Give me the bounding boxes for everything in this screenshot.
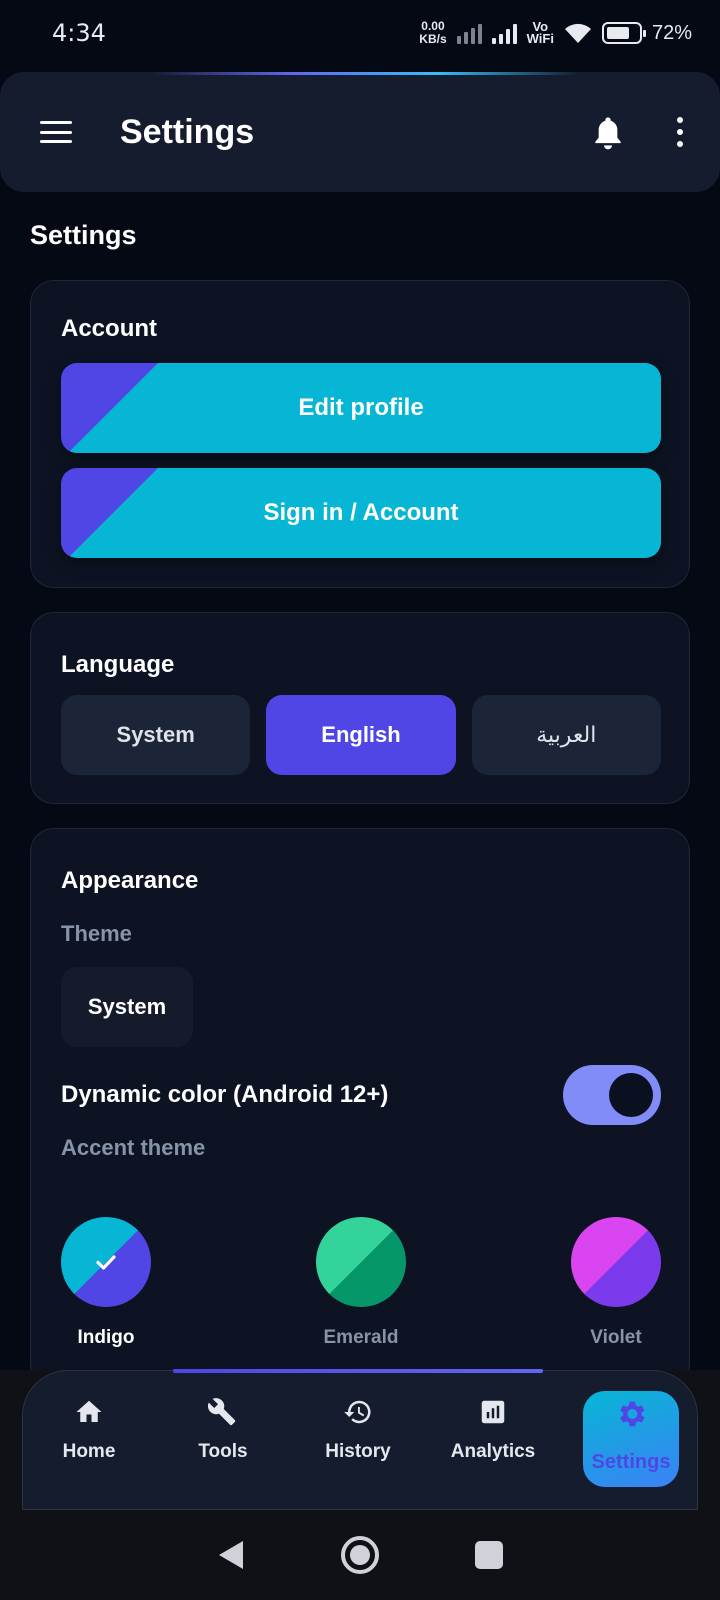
nav-label-analytics: Analytics <box>450 1441 536 1462</box>
battery-icon <box>601 22 646 44</box>
language-option-system[interactable]: System <box>61 695 251 775</box>
home-button-icon[interactable] <box>341 1536 379 1574</box>
nav-accent-line <box>173 1369 543 1373</box>
nav-item-history[interactable]: History <box>298 1397 418 1463</box>
app-bar-accent-line <box>150 72 580 75</box>
battery-fill <box>606 27 629 39</box>
dynamic-color-row: Dynamic color (Android 12+) <box>61 1065 661 1125</box>
signal-icon-sim1 <box>456 22 482 44</box>
accent-theme-label: Accent theme <box>61 1135 206 1160</box>
recents-icon[interactable] <box>475 1541 503 1569</box>
nav-label-tools: Tools <box>198 1441 248 1462</box>
theme-label: Theme <box>61 921 132 946</box>
wifi-icon <box>564 23 591 43</box>
nav-item-home[interactable]: Home <box>29 1397 149 1463</box>
menu-icon[interactable] <box>40 121 72 143</box>
battery-percent: 72% <box>651 21 692 44</box>
home-icon <box>76 1400 102 1422</box>
nav-item-tools[interactable]: Tools <box>163 1397 283 1463</box>
app-bar-title: Settings <box>120 112 255 151</box>
language-option-arabic[interactable]: العربية <box>471 695 661 775</box>
swatch-label-indigo: Indigo <box>77 1327 135 1348</box>
more-vert-icon[interactable] <box>676 117 684 147</box>
appearance-title: Appearance <box>61 867 199 894</box>
history-icon <box>344 1400 371 1424</box>
swatch-circle-emerald <box>316 1217 406 1307</box>
bell-icon[interactable] <box>592 114 624 150</box>
accent-swatch-emerald[interactable]: Emerald <box>301 1217 421 1349</box>
status-time: 4:34 <box>52 19 106 47</box>
swatch-label-violet: Violet <box>590 1327 642 1348</box>
sign-in-button[interactable]: Sign in / Account <box>61 468 661 558</box>
top-app-bar: Settings <box>0 72 720 192</box>
check-icon <box>96 1255 116 1270</box>
accent-swatches: Indigo Emerald Violet <box>61 1217 661 1357</box>
system-navigation <box>0 1510 720 1600</box>
analytics-icon <box>481 1400 505 1424</box>
page-title: Settings <box>30 220 137 250</box>
dynamic-color-toggle[interactable] <box>563 1065 661 1125</box>
account-card: Account Edit profile Sign in / Account <box>30 280 690 588</box>
edit-profile-button[interactable]: Edit profile <box>61 363 661 453</box>
theme-selector[interactable]: System <box>61 967 193 1047</box>
swatch-label-emerald: Emerald <box>323 1327 399 1348</box>
nav-label-home: Home <box>62 1441 116 1462</box>
nav-item-settings[interactable]: Settings <box>583 1391 679 1487</box>
back-icon[interactable] <box>217 1539 245 1571</box>
network-speed-unit: KB/s <box>419 32 447 46</box>
bottom-navigation: Home Tools History Analytics Settings <box>22 1369 698 1510</box>
accent-swatch-violet[interactable]: Violet <box>556 1217 676 1349</box>
accent-swatch-indigo[interactable]: Indigo <box>46 1217 166 1349</box>
signal-icon-sim2 <box>491 22 517 44</box>
vowifi-icon: Vo WiFi <box>526 20 554 46</box>
language-card: Language System English العربية <box>30 612 690 804</box>
language-option-english[interactable]: English <box>266 695 456 775</box>
nav-item-analytics[interactable]: Analytics <box>433 1397 553 1463</box>
nav-label-history: History <box>325 1441 391 1462</box>
network-speed: 0.00 KB/s <box>419 20 446 46</box>
swatch-circle-violet <box>571 1217 661 1307</box>
vowifi-bottom: WiFi <box>526 31 554 46</box>
dynamic-color-label: Dynamic color (Android 12+) <box>61 1081 389 1108</box>
status-bar: 4:34 0.00 KB/s Vo WiFi 72% <box>0 0 720 66</box>
appearance-card: Appearance Theme System Dynamic color (A… <box>30 828 690 1388</box>
swatch-circle-indigo <box>61 1217 151 1307</box>
language-selector: System English العربية <box>61 695 661 775</box>
nav-label-settings: Settings <box>591 1451 671 1473</box>
wrench-icon <box>208 1398 236 1426</box>
language-title: Language <box>61 651 175 678</box>
account-title: Account <box>61 315 157 342</box>
toggle-knob <box>609 1073 653 1117</box>
status-icons: 0.00 KB/s Vo WiFi 72% <box>419 20 692 46</box>
gear-icon <box>620 1401 645 1427</box>
